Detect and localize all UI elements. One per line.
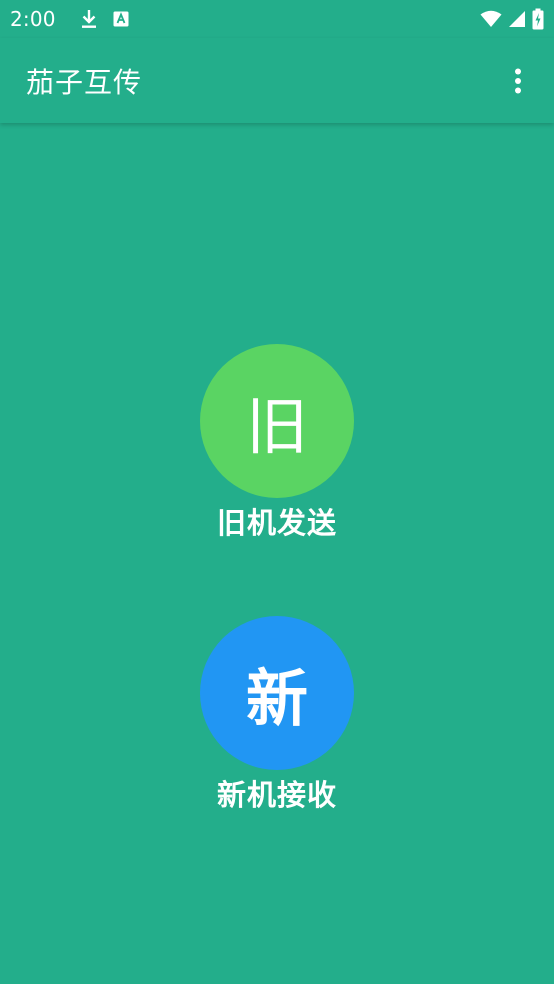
- status-bar: 2:00: [0, 0, 554, 38]
- status-left: 2:00: [10, 7, 136, 31]
- wifi-icon: [480, 10, 502, 28]
- download-icon: [72, 9, 106, 29]
- screen: 2:00 茄子互传 旧 旧机发送 新 新机接收: [0, 0, 554, 984]
- new-device-circle[interactable]: 新: [200, 616, 354, 770]
- more-vert-icon: [515, 68, 521, 93]
- keyboard-a-icon: [106, 11, 136, 27]
- more-options-button[interactable]: [498, 61, 538, 101]
- old-device-circle-text: 旧: [245, 390, 308, 463]
- new-device-receive-button[interactable]: 新 新机接收: [0, 616, 554, 814]
- signal-icon: [508, 10, 526, 28]
- new-device-receive-label: 新机接收: [216, 778, 337, 812]
- new-device-circle-text: 新: [245, 662, 308, 735]
- battery-charging-icon: [532, 8, 544, 30]
- status-time: 2:00: [10, 7, 56, 31]
- old-device-circle[interactable]: 旧: [200, 344, 354, 498]
- old-device-send-button[interactable]: 旧 旧机发送: [0, 344, 554, 542]
- status-right: [480, 8, 544, 30]
- app-bar: 茄子互传: [0, 38, 554, 123]
- old-device-send-label: 旧机发送: [216, 506, 337, 540]
- app-title: 茄子互传: [26, 65, 143, 99]
